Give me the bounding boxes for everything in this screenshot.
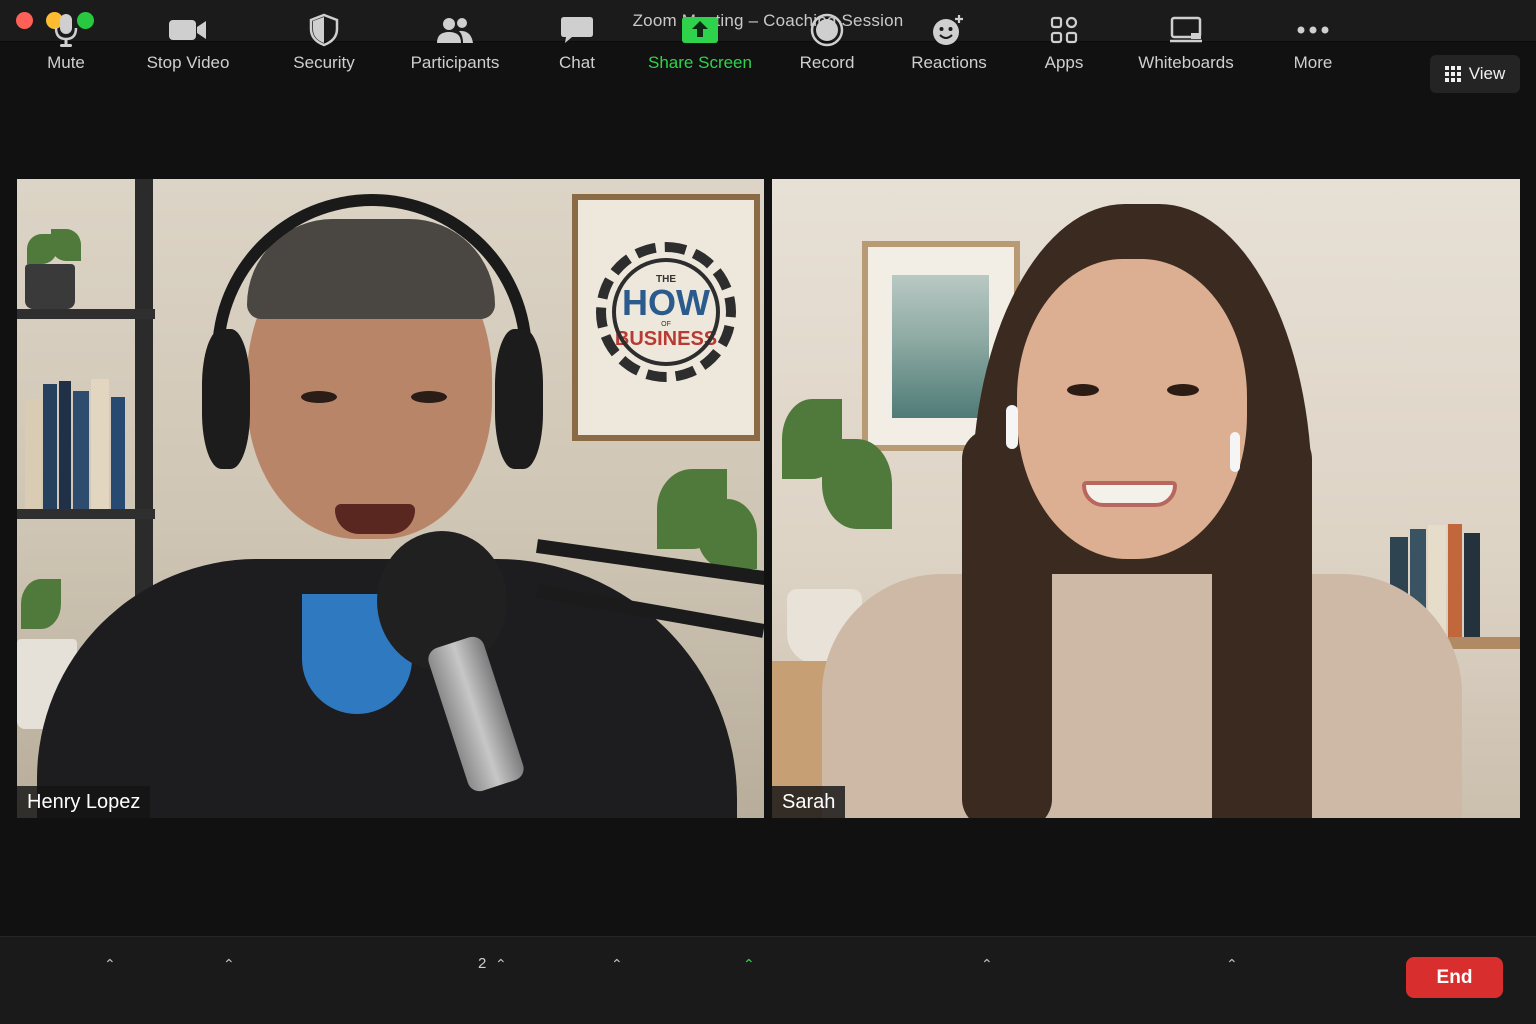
share-screen-options-caret[interactable]: ⌃ (743, 956, 755, 973)
participants-label: Participants (410, 53, 500, 72)
reactions-options-caret[interactable]: ⌃ (981, 956, 993, 973)
apps-label: Apps (1044, 53, 1084, 72)
person-eye (411, 391, 447, 403)
person-mouth (335, 504, 415, 534)
whiteboards-button[interactable]: Whiteboards (1134, 10, 1238, 82)
headphone-earcup (495, 329, 543, 469)
bookshelf-shelf (17, 309, 155, 319)
people-icon (435, 10, 475, 50)
security-label: Security (293, 53, 355, 72)
apps-button[interactable]: Apps (1034, 10, 1094, 82)
whiteboard-icon (1169, 10, 1203, 50)
whiteboards-options-caret[interactable]: ⌃ (1226, 956, 1238, 973)
record-button[interactable]: Record (792, 10, 862, 82)
person-face (1017, 259, 1247, 559)
video-tile-sarah[interactable]: Sarah (772, 179, 1520, 818)
plant-leaf (697, 499, 757, 569)
gear-logo: THE HOW OF BUSINESS (596, 242, 736, 382)
view-button-label: View (1468, 64, 1506, 83)
video-options-caret[interactable]: ⌃ (223, 956, 235, 973)
apps-icon (1050, 10, 1078, 50)
view-button[interactable]: View (1430, 55, 1520, 93)
plant-leaf (51, 229, 81, 261)
plant-leaf (21, 579, 61, 629)
participants-count-badge: 2 (478, 955, 487, 972)
end-meeting-button[interactable]: End (1406, 957, 1503, 998)
plant-pot (25, 264, 75, 309)
record-label: Record (799, 53, 855, 72)
chat-bubble-icon (560, 10, 594, 50)
person-sweater (822, 574, 1462, 818)
books (17, 379, 135, 509)
share-screen-label: Share Screen (648, 53, 752, 72)
meeting-toolbar (0, 936, 1536, 1024)
more-label: More (1293, 53, 1333, 72)
participant-name-tag: Henry Lopez (17, 786, 151, 818)
ellipsis-icon (1296, 10, 1330, 50)
poster-frame: THE HOW OF BUSINESS (572, 194, 760, 441)
stop-video-label: Stop Video (146, 53, 230, 72)
person-smile (1082, 481, 1177, 507)
mute-button[interactable]: Mute (30, 10, 102, 82)
participant-name-tag: Sarah (772, 786, 846, 818)
whiteboards-label: Whiteboards (1138, 53, 1234, 72)
mute-label: Mute (47, 53, 85, 72)
security-button[interactable]: Security (284, 10, 364, 82)
microphone-icon (52, 10, 80, 50)
plant-leaf (822, 439, 892, 529)
stop-video-button[interactable]: Stop Video (140, 10, 236, 82)
participants-button[interactable]: Participants (404, 10, 506, 82)
headphone-earcup (202, 329, 250, 469)
video-camera-icon (168, 10, 208, 50)
person-eye (1067, 384, 1099, 396)
shield-icon (309, 10, 339, 50)
more-button[interactable]: More (1283, 10, 1343, 82)
reactions-label: Reactions (911, 53, 987, 72)
chat-label: Chat (559, 53, 595, 72)
share-screen-button[interactable]: Share Screen (644, 10, 756, 82)
chat-options-caret[interactable]: ⌃ (611, 956, 623, 973)
participants-options-caret[interactable]: ⌃ (495, 956, 507, 973)
smiley-plus-icon (931, 10, 967, 50)
person-eye (1167, 384, 1199, 396)
mountain-art (892, 275, 989, 418)
person-eye (301, 391, 337, 403)
grid-icon (1444, 66, 1461, 82)
bookshelf-shelf (17, 509, 155, 519)
mute-options-caret[interactable]: ⌃ (104, 956, 116, 973)
reactions-button[interactable]: Reactions (904, 10, 994, 82)
video-tile-henry[interactable]: THE HOW OF BUSINESS Henry Lopez (17, 179, 764, 818)
earbud (1006, 405, 1018, 449)
earbud (1230, 432, 1240, 472)
chat-button[interactable]: Chat (547, 10, 607, 82)
headphones-band (212, 194, 532, 364)
share-arrow-icon (681, 10, 719, 50)
record-icon (810, 10, 844, 50)
